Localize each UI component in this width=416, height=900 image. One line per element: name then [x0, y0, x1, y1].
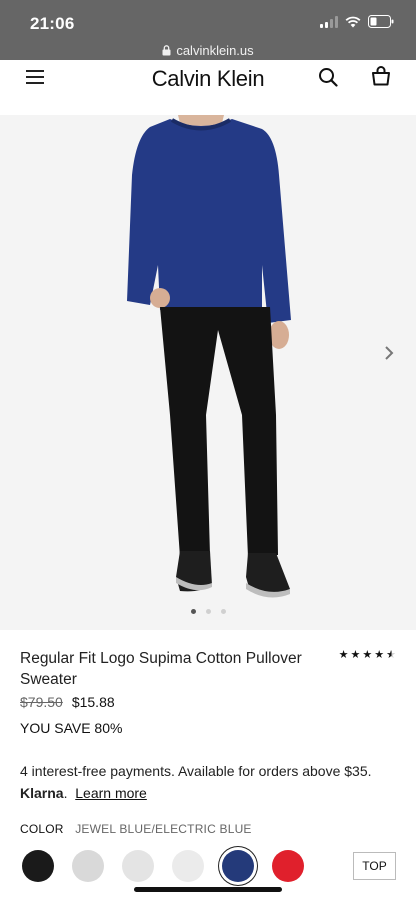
browser-chrome: 21:06 calvinklein.us [0, 0, 416, 68]
status-time: 21:06 [30, 14, 75, 33]
carousel-dot[interactable] [220, 609, 226, 614]
star-icon: ★ [338, 649, 349, 661]
color-row: COLOR JEWEL BLUE/ELECTRIC BLUE [20, 822, 400, 836]
color-label: COLOR [20, 822, 64, 836]
color-swatch-heather-grey[interactable] [72, 850, 104, 882]
price-original: $79.50 [20, 694, 63, 710]
star-icon: ★ [362, 649, 373, 661]
signal-icon [320, 15, 338, 28]
half-star-icon: ★ [386, 649, 396, 661]
carousel-dot[interactable] [190, 609, 196, 614]
next-image-arrow[interactable] [384, 345, 394, 366]
color-swatch-black[interactable] [22, 850, 54, 882]
url-bar[interactable]: calvinklein.us [0, 43, 416, 59]
carousel-dot[interactable] [205, 609, 211, 614]
brand-logo[interactable]: Calvin Klein [0, 66, 416, 92]
url-text: calvinklein.us [176, 43, 254, 58]
back-to-top-button[interactable]: TOP [353, 852, 396, 880]
site-header: Calvin Klein [0, 60, 416, 115]
savings-text: YOU SAVE 80% [20, 720, 123, 736]
product-info: Regular Fit Logo Supima Cotton Pullover … [20, 648, 400, 836]
klarna-text: 4 interest-free payments. Available for … [20, 763, 372, 779]
klarna-message: 4 interest-free payments. Available for … [20, 763, 372, 801]
carousel-dots [0, 609, 416, 614]
product-gallery[interactable] [0, 115, 416, 630]
battery-icon [368, 15, 394, 28]
product-image [127, 115, 291, 598]
price-sale: $15.88 [71, 694, 115, 710]
search-icon[interactable] [318, 67, 338, 92]
price-row: $79.50 $15.88 [20, 694, 400, 710]
color-swatch-light-grey[interactable] [122, 850, 154, 882]
status-icons [320, 15, 394, 28]
color-selected-name: JEWEL BLUE/ELECTRIC BLUE [75, 822, 252, 836]
bag-icon[interactable] [371, 66, 391, 91]
color-swatch-jewel-blue[interactable] [222, 850, 254, 882]
home-indicator [134, 887, 282, 892]
wifi-icon [345, 16, 361, 28]
color-swatch-red[interactable] [272, 850, 304, 882]
color-swatch-pale-grey[interactable] [172, 850, 204, 882]
rating-stars[interactable]: ★ ★ ★ ★ ★ [339, 648, 396, 661]
learn-more-link[interactable]: Learn more [75, 785, 147, 801]
star-icon: ★ [374, 649, 385, 661]
klarna-brand: Klarna [20, 785, 64, 801]
lock-icon [162, 44, 171, 59]
product-title: Regular Fit Logo Supima Cotton Pullover … [20, 650, 302, 688]
star-icon: ★ [350, 649, 361, 661]
color-swatches [22, 850, 304, 882]
